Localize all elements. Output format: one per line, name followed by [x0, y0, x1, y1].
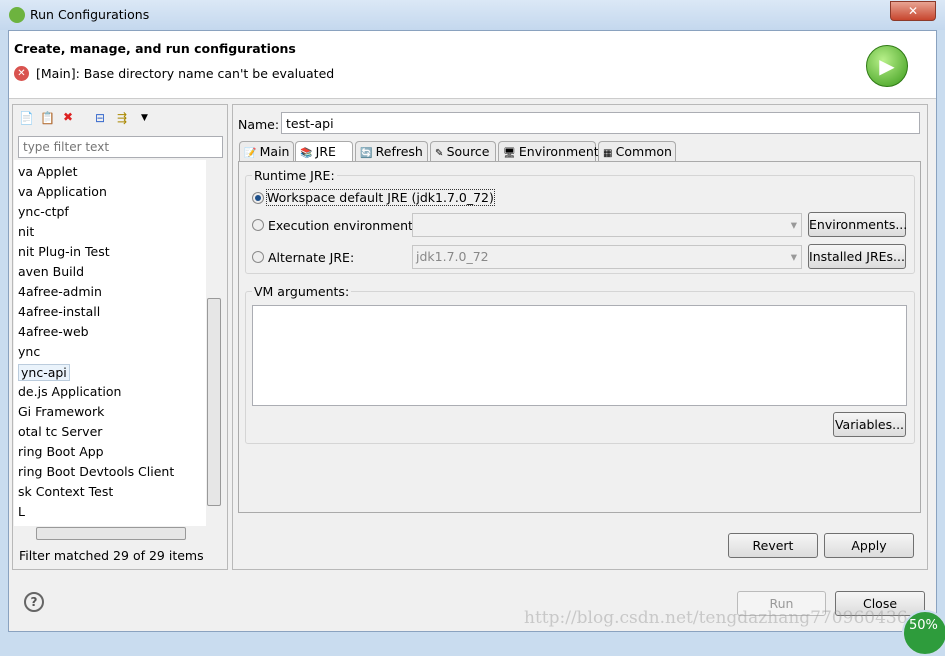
- tab-label: Refresh: [375, 144, 423, 159]
- app-icon: [9, 7, 25, 23]
- tree-item[interactable]: ring Boot Devtools Client: [18, 464, 174, 479]
- tree-item[interactable]: otal tc Server: [18, 424, 102, 439]
- tree-item[interactable]: de.js Application: [18, 384, 121, 399]
- window-close-button[interactable]: ✕: [890, 1, 936, 21]
- installed-jres-button[interactable]: Installed JREs...: [808, 244, 906, 269]
- alt-jre-label[interactable]: Alternate JRE:: [268, 250, 354, 265]
- filter-status: Filter matched 29 of 29 items: [19, 548, 204, 563]
- tab-label: Common: [615, 144, 672, 159]
- tree-item[interactable]: Gi Framework: [18, 404, 104, 419]
- tab-environment[interactable]: 🖥 Environment: [498, 141, 599, 161]
- delete-icon[interactable]: ✖: [63, 110, 73, 124]
- tab-label: JRE: [315, 144, 336, 159]
- duplicate-icon[interactable]: 📋: [40, 111, 55, 125]
- filter-input[interactable]: [18, 136, 223, 158]
- tree-item[interactable]: nit Plug-in Test: [18, 244, 110, 259]
- jre-tab-icon: 📚: [300, 148, 316, 159]
- chevron-down-icon[interactable]: ▼: [141, 111, 148, 125]
- window-title: Run Configurations: [30, 7, 150, 22]
- exec-env-label[interactable]: Execution environment:: [268, 218, 417, 233]
- tab-label: Environment: [518, 144, 599, 159]
- error-icon: ✕: [14, 66, 29, 81]
- alt-jre-combo[interactable]: jdk1.7.0_72: [412, 245, 802, 269]
- new-config-icon[interactable]: 📄: [19, 111, 34, 125]
- tab-jre[interactable]: 📚 JRE: [295, 141, 353, 161]
- tab-refresh[interactable]: 🔄 Refresh: [355, 141, 428, 161]
- vm-arguments-input[interactable]: [252, 305, 907, 406]
- filter-icon[interactable]: ⇶: [117, 111, 127, 125]
- progress-badge: 50%: [902, 610, 945, 656]
- tab-label: Source: [446, 144, 490, 159]
- alt-jre-radio[interactable]: [252, 251, 264, 263]
- main-tab-icon: 📝: [244, 148, 260, 159]
- config-tree[interactable]: va Applet va Application ync-ctpf nit nit Pl…: [14, 160, 222, 526]
- tree-item[interactable]: ync: [18, 344, 40, 359]
- run-banner-icon: ▶: [866, 45, 908, 87]
- tree-hscrollbar[interactable]: [14, 526, 222, 541]
- environments-button[interactable]: Environments...: [808, 212, 907, 237]
- tree-item[interactable]: 4afree-install: [18, 304, 100, 319]
- tree-item[interactable]: 4afree-admin: [18, 284, 102, 299]
- runtime-jre-label: Runtime JRE:: [254, 168, 335, 183]
- tree-item[interactable]: va Application: [18, 184, 107, 199]
- exec-env-radio[interactable]: [252, 219, 264, 231]
- tree-item[interactable]: aven Build: [18, 264, 84, 279]
- tree-item[interactable]: nit: [18, 224, 34, 239]
- workspace-jre-label[interactable]: Workspace default JRE (jdk1.7.0_72): [266, 189, 495, 206]
- name-field[interactable]: [281, 112, 920, 134]
- tree-item[interactable]: va Applet: [18, 164, 78, 179]
- tree-vscrollbar[interactable]: [206, 160, 222, 526]
- common-tab-icon: ▦: [603, 148, 616, 159]
- revert-button[interactable]: Revert: [728, 533, 818, 558]
- environment-tab-icon: 🖥: [503, 148, 519, 159]
- tree-item[interactable]: ync-ctpf: [18, 204, 69, 219]
- tab-source[interactable]: ✎ Source: [430, 141, 496, 161]
- tab-label: Main: [259, 144, 290, 159]
- header-title: Create, manage, and run configurations: [14, 41, 296, 56]
- tree-item[interactable]: ring Boot App: [18, 444, 104, 459]
- workspace-jre-radio[interactable]: [252, 192, 264, 204]
- name-label: Name:: [238, 117, 280, 132]
- tab-main[interactable]: 📝 Main: [239, 141, 294, 161]
- tree-item[interactable]: 4afree-web: [18, 324, 89, 339]
- variables-button[interactable]: Variables...: [833, 412, 906, 437]
- tree-item[interactable]: ync-api: [18, 364, 70, 381]
- refresh-tab-icon: 🔄: [360, 148, 376, 159]
- error-message: [Main]: Base directory name can't be eva…: [36, 66, 335, 81]
- tree-item[interactable]: L: [18, 504, 25, 519]
- exec-env-combo[interactable]: [412, 213, 802, 237]
- collapse-all-icon[interactable]: ⊟: [95, 111, 105, 125]
- help-button[interactable]: ?: [24, 592, 44, 612]
- vm-arguments-label: VM arguments:: [254, 284, 350, 299]
- watermark: http://blog.csdn.net/tengdazhang77096043…: [524, 608, 908, 628]
- apply-button[interactable]: Apply: [824, 533, 914, 558]
- tab-common[interactable]: ▦ Common: [598, 141, 676, 161]
- source-tab-icon: ✎: [435, 148, 447, 159]
- tree-item[interactable]: sk Context Test: [18, 484, 113, 499]
